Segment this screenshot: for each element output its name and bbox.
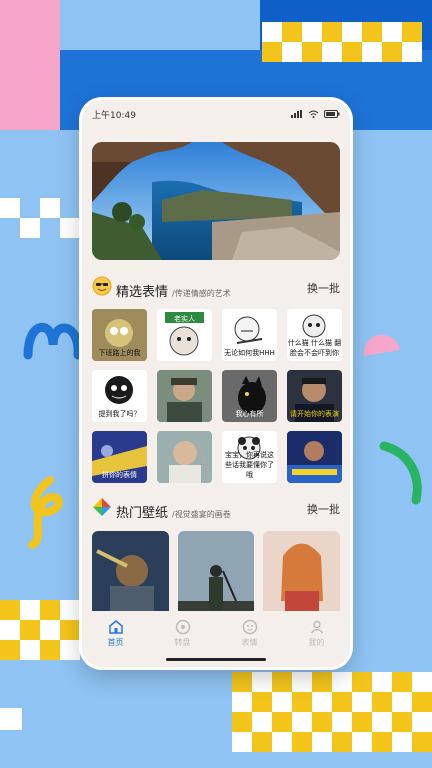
emoji-grid: 下班路上的我 老实人 无论如何我HHH 什么猫 什么猫 翻脸会不会吓到你 提到我… <box>82 309 350 483</box>
emoji-section-title: 精选表情 <box>116 284 169 299</box>
checker-pattern-left <box>0 198 80 238</box>
emoji-caption: 请开始你的表演 <box>290 410 339 418</box>
colorful-diamond-icon <box>93 498 111 516</box>
emoji-tile[interactable]: 请开始你的表演 <box>287 370 342 422</box>
home-icon <box>108 620 123 634</box>
wallpaper-section-subtitle: /视觉盛宴的画卷 <box>172 510 231 519</box>
emoji-tile[interactable]: 下班路上的我 <box>92 309 147 361</box>
blue-squiggle-decor <box>23 323 83 360</box>
wallpaper-section-header: 热门壁纸 /视觉盛宴的画卷 换一批 <box>82 497 350 521</box>
emoji-tile[interactable]: 什么猫 什么猫 翻脸会不会吓到你 <box>287 309 342 361</box>
phone-screen: 上午10:49 精选表情 /传递情感的艺术 换一批 下班路上的我 老实人 无论如… <box>82 100 350 667</box>
emoji-tile[interactable]: 我心有所 <box>222 370 277 422</box>
emoji-section-subtitle: /传递情感的艺术 <box>172 289 231 298</box>
background-pink-block <box>0 0 60 130</box>
tab-emoji[interactable]: 表情 <box>225 619 275 648</box>
emoji-caption: 下班路上的我 <box>98 349 141 357</box>
home-indicator[interactable] <box>166 658 266 661</box>
wallpaper-section-title: 热门壁纸 <box>116 505 169 520</box>
emoji-caption: 老实人 <box>174 315 195 323</box>
emoji-caption: 提到我了吗？ <box>98 410 141 418</box>
emoji-tile[interactable]: 老实人 <box>157 309 212 361</box>
battery-icon <box>324 110 340 118</box>
emoji-caption: 宝宝，你再说这些话我要懂你了哦 <box>225 451 274 479</box>
emoji-tile[interactable] <box>157 431 212 483</box>
status-bar: 上午10:49 <box>82 100 350 128</box>
emoji-tile[interactable] <box>157 370 212 422</box>
emoji-section-header: 精选表情 /传递情感的艺术 换一批 <box>82 276 350 300</box>
tab-wheel[interactable]: 转盘 <box>158 619 208 648</box>
tab-emoji-label: 表情 <box>241 638 258 647</box>
emoji-icon <box>242 619 257 635</box>
pink-semicircle-decor <box>363 334 400 356</box>
tab-profile-label: 我的 <box>308 638 325 647</box>
yellow-squiggle-decor <box>28 476 63 549</box>
emoji-caption: 拼你的表情 <box>102 471 137 479</box>
emoji-caption: 我心有所 <box>235 410 264 418</box>
emoji-refresh-button[interactable]: 换一批 <box>307 280 340 296</box>
wifi-icon <box>308 110 319 118</box>
sunglasses-face-icon <box>92 276 112 296</box>
emoji-tile[interactable]: 拼你的表情 <box>92 431 147 483</box>
checker-pattern-bottom-right <box>232 672 432 752</box>
wallpaper-refresh-button[interactable]: 换一批 <box>307 501 340 517</box>
green-arc-decor <box>379 441 422 505</box>
white-square <box>0 708 22 730</box>
status-icons <box>291 110 340 118</box>
checker-pattern-top <box>262 22 422 62</box>
profile-icon <box>310 620 323 634</box>
emoji-tile[interactable]: 宝宝，你再说这些话我要懂你了哦 <box>222 431 277 483</box>
wheel-icon <box>175 619 190 635</box>
hero-banner-image[interactable] <box>92 142 340 260</box>
emoji-caption: 什么猫 什么猫 翻脸会不会吓到你 <box>287 339 342 357</box>
emoji-tile[interactable]: 提到我了吗？ <box>92 370 147 422</box>
status-time: 上午10:49 <box>92 110 136 121</box>
tab-home[interactable]: 首页 <box>91 619 141 648</box>
checker-pattern-bottom-left <box>0 600 80 660</box>
emoji-tile[interactable]: 无论如何我HHH <box>222 309 277 361</box>
tab-home-label: 首页 <box>107 638 124 647</box>
emoji-caption: 无论如何我HHH <box>224 349 275 357</box>
tab-profile[interactable]: 我的 <box>292 619 342 648</box>
emoji-tile[interactable] <box>287 431 342 483</box>
signal-icon <box>291 110 302 118</box>
tab-wheel-label: 转盘 <box>174 638 191 647</box>
